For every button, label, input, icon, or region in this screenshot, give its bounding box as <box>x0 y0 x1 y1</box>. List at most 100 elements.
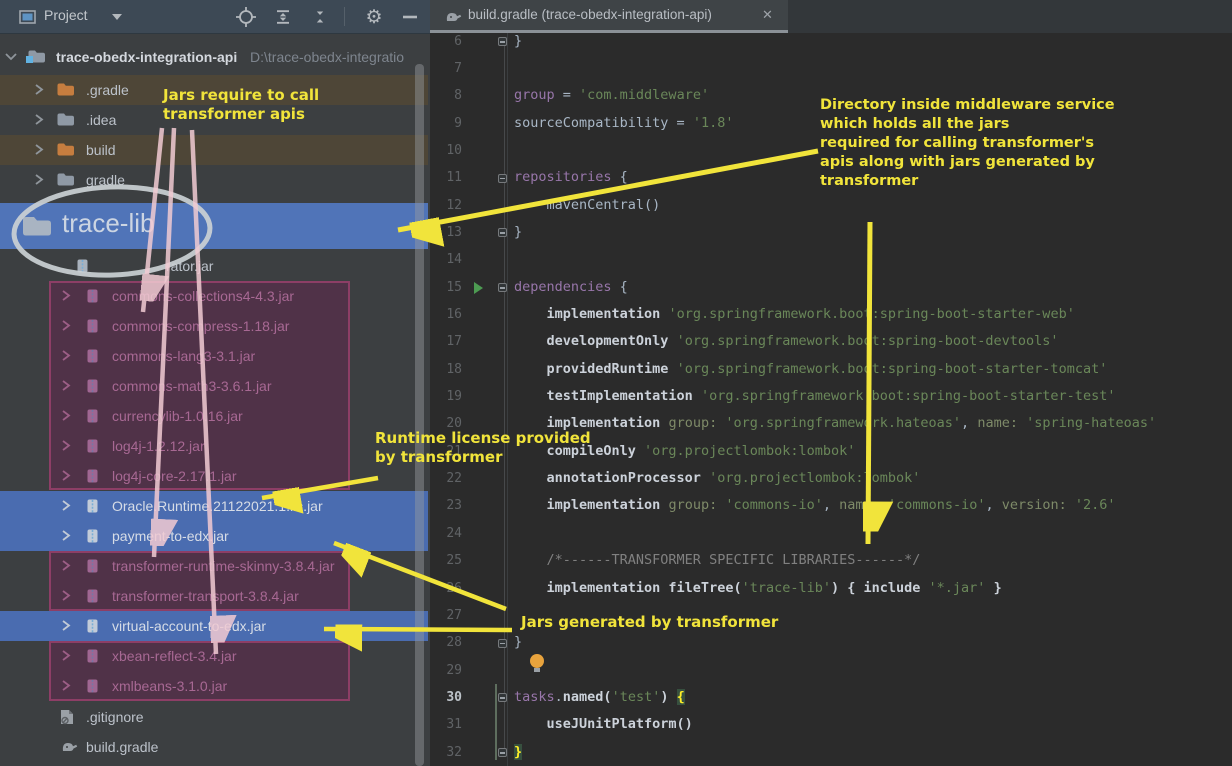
code-line[interactable]: } <box>514 219 522 246</box>
code-line[interactable]: useJUnitPlatform() <box>514 711 693 738</box>
chevron-down-icon[interactable] <box>4 49 18 65</box>
fold-end-icon[interactable] <box>498 639 507 648</box>
code-token: compileOnly <box>514 443 644 459</box>
code-token: '*.jar' <box>929 580 986 596</box>
code-line[interactable]: dependencies { <box>514 274 628 301</box>
code-line[interactable]: implementation group: 'commons-io', name… <box>514 492 1116 519</box>
chevron-right-icon[interactable] <box>60 498 72 515</box>
scope-highlight-bar <box>495 684 497 760</box>
code-token: group <box>514 87 555 103</box>
code-line[interactable]: repositories { <box>514 164 628 191</box>
locate-icon[interactable] <box>235 6 257 28</box>
sidebar-item-build[interactable]: build <box>0 135 428 165</box>
code-line[interactable]: developmentOnly 'org.springframework.boo… <box>514 328 1059 355</box>
fold-end-icon[interactable] <box>498 228 507 237</box>
collapse-all-icon[interactable] <box>309 6 331 28</box>
tab-build-gradle[interactable]: build.gradle (trace-obedx-integration-ap… <box>430 0 788 33</box>
project-tree-scrollbar[interactable] <box>415 64 424 766</box>
code-token: version: <box>1002 497 1075 513</box>
code-token: implementation <box>514 306 668 322</box>
jar-group-highlight <box>49 281 350 490</box>
code-line[interactable]: implementation 'org.springframework.boot… <box>514 301 1075 328</box>
run-gutter-icon[interactable] <box>474 282 483 294</box>
sidebar-item-partial-jar[interactable]: rator.jar <box>0 251 428 281</box>
code-line[interactable]: sourceCompatibility = '1.8' <box>514 110 733 137</box>
chevron-down-icon[interactable] <box>106 6 128 28</box>
folder-icon <box>57 142 74 159</box>
code-token: name: <box>839 497 888 513</box>
sidebar-item-gradle[interactable]: .gradle <box>0 75 428 105</box>
code-token: group: <box>668 415 725 431</box>
chevron-right-icon[interactable] <box>33 172 45 189</box>
expand-all-icon[interactable] <box>272 6 294 28</box>
chevron-right-icon[interactable] <box>33 82 45 99</box>
code-token: '2.6' <box>1075 497 1116 513</box>
line-number: 18 <box>430 356 462 383</box>
fold-collapse-icon[interactable] <box>498 174 507 183</box>
project-root-path: D:\trace-obedx-integratio <box>250 42 404 72</box>
code-line[interactable]: tasks.named('test') { <box>514 684 685 711</box>
code-line[interactable]: } <box>514 629 522 656</box>
line-number: 27 <box>430 602 462 629</box>
fold-end-icon[interactable] <box>498 37 507 46</box>
sidebar-item-trace-lib[interactable]: trace-lib <box>0 203 428 249</box>
jar-name: payment-to-edx.jar <box>112 521 229 551</box>
fold-collapse-icon[interactable] <box>498 283 507 292</box>
chevron-right-icon[interactable] <box>33 142 45 159</box>
code-line[interactable]: annotationProcessor 'org.projectlombok:l… <box>514 465 920 492</box>
jar-icon <box>76 258 89 277</box>
line-number: 24 <box>430 520 462 547</box>
code-line[interactable]: /*------TRANSFORMER SPECIFIC LIBRARIES--… <box>514 547 920 574</box>
code-token: annotationProcessor <box>514 470 709 486</box>
editor-tab-bar: build.gradle (trace-obedx-integration-ap… <box>430 0 1232 33</box>
code-line[interactable]: } <box>514 739 522 766</box>
fold-collapse-icon[interactable] <box>498 693 507 702</box>
sidebar-item-idea[interactable]: .idea <box>0 105 428 135</box>
jar-group-highlight <box>49 551 350 611</box>
line-number: 13 <box>430 219 462 246</box>
chevron-right-icon[interactable] <box>60 528 72 545</box>
close-icon[interactable]: ✕ <box>762 7 773 23</box>
sidebar-item-jar[interactable]: Oracle.Runtime.21122021.1.lic.jar <box>0 491 428 521</box>
line-number: 28 <box>430 629 462 656</box>
code-line[interactable]: group = 'com.middleware' <box>514 82 709 109</box>
code-token: sourceCompatibility = <box>514 115 693 131</box>
sidebar-item-project-root[interactable]: trace-obedx-integration-api D:\trace-obe… <box>0 42 428 72</box>
line-number: 11 <box>430 164 462 191</box>
panel-title[interactable]: Project <box>44 7 88 23</box>
ide-window: trace-obedx-integration-api D:\trace-obe… <box>0 0 1232 766</box>
chevron-right-icon[interactable] <box>33 112 45 129</box>
code-token: 'org.springframework.boot:spring-boot-st… <box>668 306 1074 322</box>
code-line[interactable]: implementation group: 'org.springframewo… <box>514 410 1156 437</box>
line-number: 32 <box>430 739 462 766</box>
line-number: 21 <box>430 438 462 465</box>
code-token: developmentOnly <box>514 333 677 349</box>
settings-gear-icon[interactable]: ⚙ <box>363 6 385 28</box>
code-line[interactable]: mavenCentral() <box>514 192 660 219</box>
code-token: . <box>555 689 563 705</box>
sidebar-item-jar[interactable]: payment-to-edx.jar <box>0 521 428 551</box>
chevron-right-icon[interactable] <box>60 618 72 635</box>
code-line[interactable]: implementation fileTree('trace-lib') { i… <box>514 575 1002 602</box>
code-token: 'org.projectlombok:lombok' <box>709 470 920 486</box>
jar-icon <box>86 618 99 637</box>
code-token: } <box>985 580 1001 596</box>
sidebar-item-build-gradle[interactable]: build.gradle <box>0 732 428 762</box>
code-line[interactable]: testImplementation 'org.springframework.… <box>514 383 1115 410</box>
code-token: ) { include <box>831 580 929 596</box>
code-token: dependencies <box>514 279 612 295</box>
code-line[interactable]: providedRuntime 'org.springframework.boo… <box>514 356 1107 383</box>
intention-bulb-icon[interactable] <box>530 654 544 668</box>
code-token: } <box>514 634 522 650</box>
code-token: providedRuntime <box>514 361 677 377</box>
line-number: 14 <box>430 246 462 273</box>
code-token: = <box>555 87 579 103</box>
code-line[interactable]: compileOnly 'org.projectlombok:lombok' <box>514 438 855 465</box>
sidebar-item-gitignore[interactable]: .gitignore <box>0 702 428 732</box>
sidebar-item-jar[interactable]: virtual-account-to-edx.jar <box>0 611 428 641</box>
line-number: 15 <box>430 274 462 301</box>
line-number: 30 <box>430 684 462 711</box>
fold-end-icon[interactable] <box>498 748 507 757</box>
hide-panel-icon[interactable] <box>399 6 421 28</box>
sidebar-item-gradle[interactable]: gradle <box>0 165 428 195</box>
